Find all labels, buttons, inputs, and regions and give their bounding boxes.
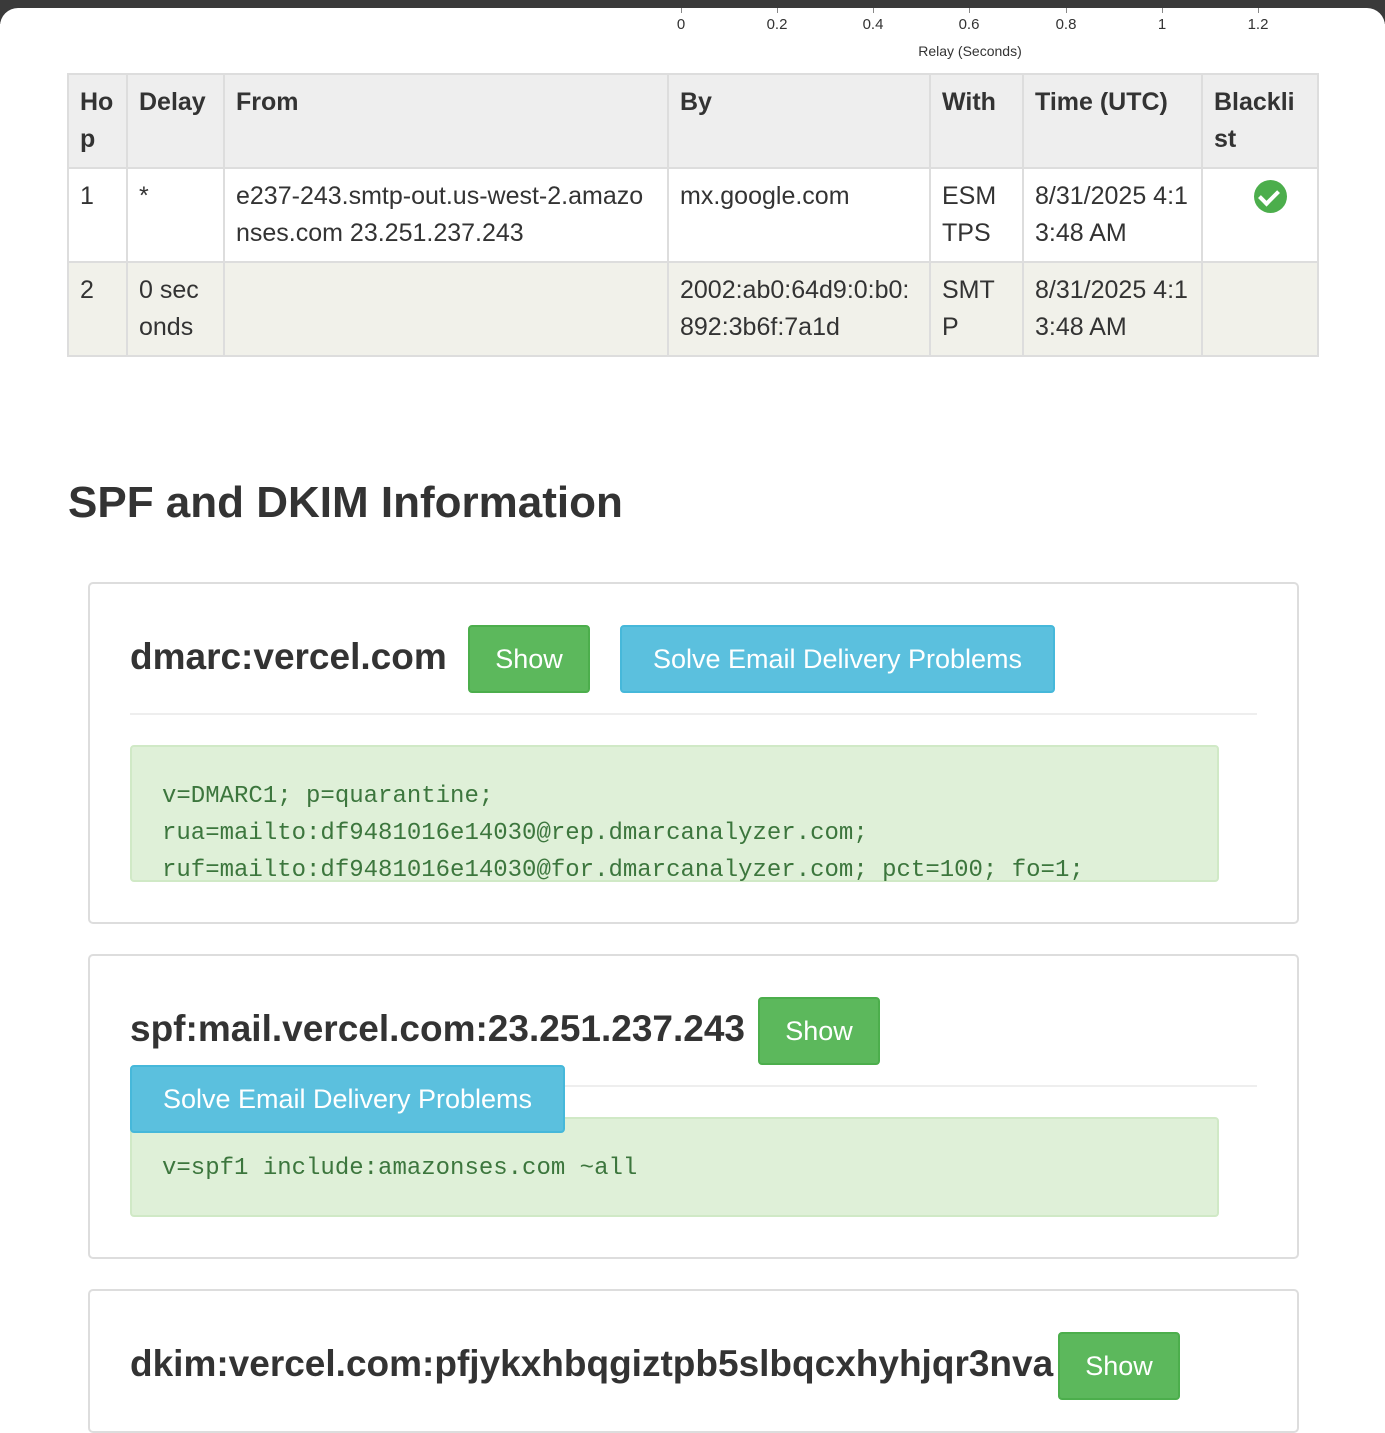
axis-tick-label: 0.4 bbox=[862, 16, 884, 33]
section-title: SPF and DKIM Information bbox=[68, 478, 623, 527]
record-title: dmarc:vercel.com bbox=[130, 636, 447, 677]
cell-from: e237-243.smtp-out.us-west-2.amazonses.co… bbox=[223, 167, 669, 263]
column-header-blacklist: Blacklist bbox=[1201, 73, 1319, 169]
axis-tick bbox=[1162, 8, 1163, 13]
column-header-from: From bbox=[223, 73, 669, 169]
cell-time: 8/31/2025 4:13:48 AM bbox=[1022, 261, 1203, 357]
table-row: 1 * e237-243.smtp-out.us-west-2.amazonse… bbox=[67, 167, 1319, 263]
show-button[interactable]: Show bbox=[758, 997, 880, 1065]
column-header-hop: Hop bbox=[67, 73, 128, 169]
axis-tick bbox=[873, 8, 874, 13]
axis-tick-label: 0.8 bbox=[1055, 16, 1077, 33]
divider bbox=[130, 713, 1257, 715]
hops-table: Hop Delay From By With Time (UTC) Blackl… bbox=[67, 73, 1319, 357]
spf-record-panel: spf:mail.vercel.com:23.251.237.243 Show … bbox=[88, 954, 1299, 1259]
axis-tick-label: 0 bbox=[676, 16, 686, 33]
solve-email-delivery-button[interactable]: Solve Email Delivery Problems bbox=[620, 625, 1055, 693]
column-header-with: With bbox=[929, 73, 1024, 169]
cell-time: 8/31/2025 4:13:48 AM bbox=[1022, 167, 1203, 263]
cell-hop: 2 bbox=[67, 261, 128, 357]
axis-tick-label: 0.6 bbox=[958, 16, 980, 33]
axis-tick bbox=[777, 8, 778, 13]
column-header-time: Time (UTC) bbox=[1022, 73, 1203, 169]
solve-email-delivery-button[interactable]: Solve Email Delivery Problems bbox=[130, 1065, 565, 1133]
axis-tick-label: 1.2 bbox=[1247, 16, 1269, 33]
relay-chart-axis: 0 0.2 0.4 0.6 0.8 1 1.2 Relay (Seconds) bbox=[0, 0, 1385, 70]
cell-hop: 1 bbox=[67, 167, 128, 263]
axis-tick bbox=[969, 8, 970, 13]
record-title: spf:mail.vercel.com:23.251.237.243 bbox=[130, 1008, 745, 1049]
cell-with: ESMTPS bbox=[929, 167, 1024, 263]
axis-tick-label: 0.2 bbox=[766, 16, 788, 33]
axis-tick-label: 1 bbox=[1157, 16, 1167, 33]
record-title: dkim:vercel.com:pfjykxhbqgiztpb5slbqcxhy… bbox=[130, 1343, 1054, 1384]
cell-from bbox=[223, 261, 669, 357]
cell-blacklist bbox=[1201, 167, 1319, 263]
cell-by: mx.google.com bbox=[667, 167, 931, 263]
dmarc-record-panel: dmarc:vercel.com Show Solve Email Delive… bbox=[88, 582, 1299, 924]
cell-delay: * bbox=[126, 167, 225, 263]
column-header-by: By bbox=[667, 73, 931, 169]
dmarc-record-value: v=DMARC1; p=quarantine; rua=mailto:df948… bbox=[130, 745, 1219, 884]
table-header-row: Hop Delay From By With Time (UTC) Blackl… bbox=[67, 73, 1319, 169]
axis-title: Relay (Seconds) bbox=[918, 43, 1022, 59]
show-button[interactable]: Show bbox=[1058, 1332, 1180, 1400]
dkim-record-panel: dkim:vercel.com:pfjykxhbqgiztpb5slbqcxhy… bbox=[88, 1289, 1299, 1433]
table-row: 2 0 seconds 2002:ab0:64d9:0:b0:892:3b6f:… bbox=[67, 261, 1319, 357]
cell-delay: 0 seconds bbox=[126, 261, 225, 357]
axis-tick bbox=[1258, 8, 1259, 13]
show-button[interactable]: Show bbox=[468, 625, 590, 693]
axis-tick bbox=[681, 8, 682, 13]
check-circle-icon bbox=[1254, 180, 1287, 213]
cell-with: SMTP bbox=[929, 261, 1024, 357]
cell-by: 2002:ab0:64d9:0:b0:892:3b6f:7a1d bbox=[667, 261, 931, 357]
column-header-delay: Delay bbox=[126, 73, 225, 169]
cell-blacklist bbox=[1201, 261, 1319, 357]
axis-tick bbox=[1066, 8, 1067, 13]
